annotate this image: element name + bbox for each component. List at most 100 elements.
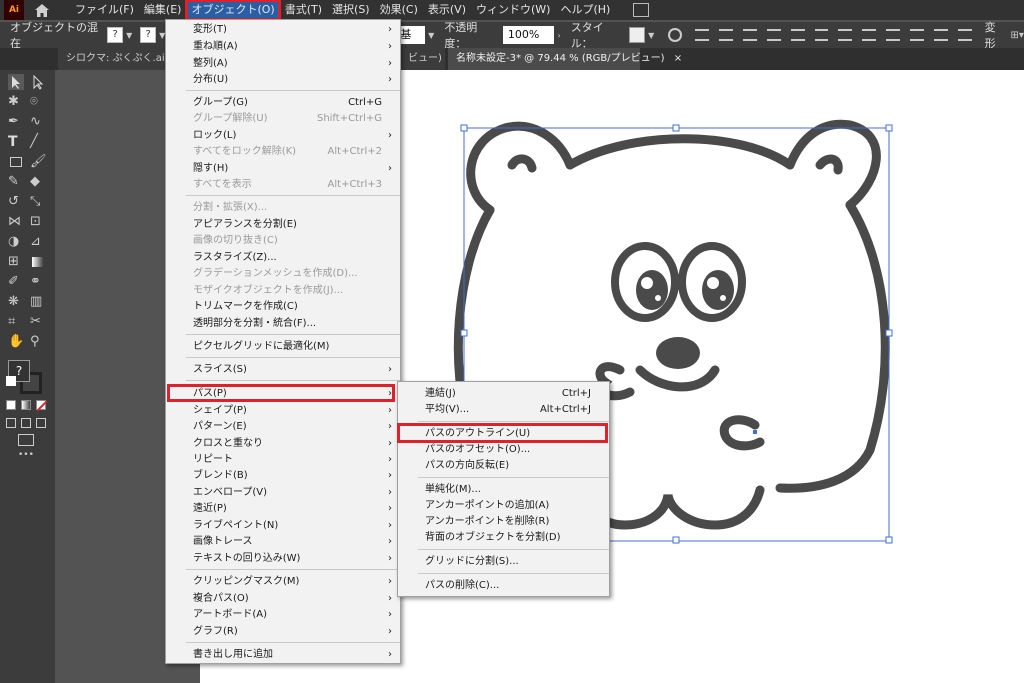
chevron-down-icon[interactable]: ▼: [428, 31, 434, 40]
path-submenu-item[interactable]: パスの方向反転(E): [398, 458, 609, 474]
gradient-tool-icon[interactable]: [30, 254, 46, 270]
opacity-input[interactable]: 100%: [502, 26, 555, 44]
object-menu-item[interactable]: ロック(L) ›: [166, 128, 400, 144]
screen-mode-icon[interactable]: [18, 434, 34, 446]
scale-tool-icon[interactable]: ⤡: [30, 194, 46, 210]
object-menu-item[interactable]: 画像トレース ›: [166, 534, 400, 550]
object-menu-item[interactable]: アートボード(A) ›: [166, 607, 400, 623]
menu-help[interactable]: ヘルプ(H): [555, 0, 615, 20]
align-bottom-icon[interactable]: [838, 29, 853, 41]
object-menu-item[interactable]: リピート ›: [166, 452, 400, 468]
eyedropper-icon[interactable]: ✐: [8, 274, 24, 290]
object-menu-item[interactable]: 整列(A) ›: [166, 56, 400, 72]
menu-object[interactable]: オブジェクト(O): [185, 0, 281, 21]
hand-tool-icon[interactable]: ✋: [8, 334, 24, 350]
object-menu-item[interactable]: クリッピングマスク(M) ›: [166, 574, 400, 590]
slice-tool-icon[interactable]: ✂: [30, 314, 46, 330]
magic-wand-icon[interactable]: ✱: [8, 94, 24, 110]
chevron-down-icon[interactable]: ▼: [126, 31, 132, 40]
distribute-right-icon[interactable]: [957, 29, 972, 41]
object-menu-item[interactable]: アピアランスを分割(E): [166, 217, 400, 233]
object-menu-item[interactable]: 書き出し用に追加 ›: [166, 647, 400, 663]
width-tool-icon[interactable]: ⋈: [8, 214, 24, 230]
symbol-sprayer-icon[interactable]: ❋: [8, 294, 24, 310]
distribute-left-icon[interactable]: [933, 29, 948, 41]
align-hcenter-icon[interactable]: [742, 29, 757, 41]
object-menu-item[interactable]: スライス(S) ›: [166, 362, 400, 378]
tab-shirokuma[interactable]: シロクマ: ぷくぷく.ai @ 13.87: [58, 48, 166, 70]
curvature-tool-icon[interactable]: ∿: [30, 114, 46, 130]
pen-tool-icon[interactable]: ✒: [8, 114, 24, 130]
object-menu-item[interactable]: トリムマークを作成(C): [166, 299, 400, 315]
color-button-icon[interactable]: [6, 400, 16, 410]
tab-untitled-3[interactable]: 名称未設定-3* @ 79.44 % (RGB/プレビュー) ×: [448, 48, 682, 70]
close-icon[interactable]: ×: [674, 53, 682, 64]
object-menu-item[interactable]: 透明部分を分割・統合(F)...: [166, 316, 400, 332]
line-tool-icon[interactable]: ╱: [30, 134, 46, 150]
lasso-icon[interactable]: ⌾: [30, 94, 46, 110]
align-icon[interactable]: [695, 29, 710, 41]
path-submenu-item[interactable]: 背面のオブジェクトを分割(D): [398, 530, 609, 546]
path-submenu-item[interactable]: 単純化(M)...: [398, 482, 609, 498]
align-vcenter-icon[interactable]: [814, 29, 829, 41]
blend-tool-icon[interactable]: ⚭: [30, 274, 46, 290]
object-menu-item[interactable]: 分布(U) ›: [166, 72, 400, 88]
eraser-icon[interactable]: ◆: [30, 174, 46, 190]
artboard-tool-icon[interactable]: ⌗: [8, 314, 24, 330]
recolor-icon[interactable]: [668, 28, 683, 42]
draw-mode-icon[interactable]: [6, 418, 16, 428]
object-menu-item[interactable]: ラスタライズ(Z)...: [166, 250, 400, 266]
shape-builder-icon[interactable]: ◑: [8, 234, 24, 250]
column-graph-icon[interactable]: ▥: [30, 294, 46, 310]
menu-edit[interactable]: 編集(E): [139, 0, 187, 20]
shaper-tool-icon[interactable]: ✎: [8, 174, 24, 190]
rectangle-tool-icon[interactable]: [8, 154, 24, 170]
align-right-icon[interactable]: [766, 29, 781, 41]
mesh-tool-icon[interactable]: ⊞: [8, 254, 24, 270]
chevron-down-icon[interactable]: ▼: [648, 31, 654, 40]
home-icon[interactable]: [32, 0, 52, 20]
gradient-button-icon[interactable]: [21, 400, 31, 410]
align-top-icon[interactable]: [790, 29, 805, 41]
distribute-vcenter-icon[interactable]: [886, 29, 901, 41]
menu-file[interactable]: ファイル(F): [70, 0, 139, 20]
object-menu-item[interactable]: クロスと重なり ›: [166, 436, 400, 452]
path-submenu-item[interactable]: パスのオフセット(O)...: [398, 442, 609, 458]
object-menu-item[interactable]: 変形(T) ›: [166, 22, 400, 38]
free-transform-icon[interactable]: ⊡: [30, 214, 46, 230]
distribute-top-icon[interactable]: [862, 29, 877, 41]
object-menu-item[interactable]: テキストの回り込み(W) ›: [166, 551, 400, 567]
object-menu-item[interactable]: シェイプ(P) ›: [166, 403, 400, 419]
path-submenu-item[interactable]: パスの削除(C)...: [398, 578, 609, 594]
path-submenu-item[interactable]: アンカーポイントを削除(R): [398, 514, 609, 530]
paintbrush-icon[interactable]: 🖌: [30, 154, 47, 170]
path-submenu-item[interactable]: 平均(V)... Alt+Ctrl+J: [398, 402, 609, 418]
none-button-icon[interactable]: [36, 400, 47, 411]
selection-tool-icon[interactable]: [8, 74, 24, 90]
type-tool-icon[interactable]: T: [8, 134, 24, 150]
chevron-right-icon[interactable]: ›: [557, 31, 560, 40]
object-menu-item[interactable]: ブレンド(B) ›: [166, 468, 400, 484]
zoom-tool-icon[interactable]: ⚲: [30, 334, 46, 350]
object-menu-item[interactable]: 隠す(H) ›: [166, 161, 400, 177]
object-menu-item[interactable]: ライブペイント(N) ›: [166, 518, 400, 534]
color-mode-icon[interactable]: [6, 376, 16, 386]
object-menu-item[interactable]: 遠近(P) ›: [166, 501, 400, 517]
object-menu-item[interactable]: 重ね順(A) ›: [166, 39, 400, 55]
object-menu-item[interactable]: グループ(G) Ctrl+G: [166, 95, 400, 111]
path-submenu-item[interactable]: 連結(J) Ctrl+J: [398, 386, 609, 402]
perspective-grid-icon[interactable]: ⊿: [30, 234, 46, 250]
more-tools-icon[interactable]: •••: [18, 450, 34, 460]
draw-inside-icon[interactable]: [36, 418, 46, 428]
path-submenu-item[interactable]: グリッドに分割(S)...: [398, 554, 609, 570]
fill-box[interactable]: ?: [107, 27, 124, 43]
object-menu-item[interactable]: ピクセルグリッドに最適化(M): [166, 339, 400, 355]
more-options-icon[interactable]: ⊞▾: [1010, 30, 1023, 41]
distribute-bottom-icon[interactable]: [910, 29, 924, 41]
menu-window[interactable]: ウィンドウ(W): [471, 0, 555, 20]
rotate-tool-icon[interactable]: ↺: [8, 194, 24, 210]
menu-effect[interactable]: 効果(C): [375, 0, 423, 20]
workspace-icon[interactable]: [633, 3, 650, 17]
transform-label[interactable]: 変形: [985, 19, 1007, 51]
stroke-box[interactable]: ?: [140, 27, 157, 43]
